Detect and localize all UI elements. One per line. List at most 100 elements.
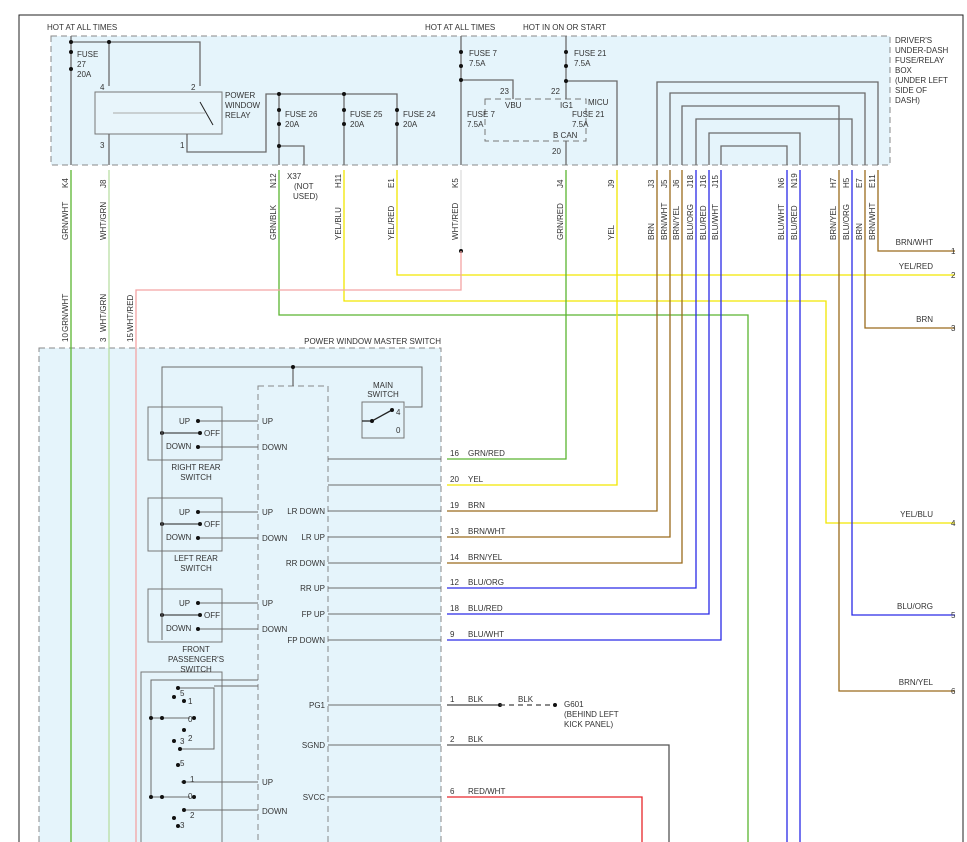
label: X37: [287, 172, 302, 181]
wire-color-label: BRN/YEL: [672, 205, 681, 240]
pin-number: 18: [450, 604, 459, 613]
connector-pin-e1: E1: [387, 178, 396, 188]
label: (BEHIND LEFT: [564, 710, 619, 719]
fuse-terminal: [395, 108, 399, 112]
wire-color-label: YEL/RED: [387, 206, 396, 240]
switch-position: 2: [188, 734, 193, 743]
fuse-terminal: [459, 64, 463, 68]
label: WHT/GRN: [99, 294, 108, 332]
label: POWER: [225, 91, 255, 100]
label: 10: [61, 333, 70, 342]
label: SWITCH: [367, 390, 399, 399]
label: 7.5A: [467, 120, 484, 129]
label: 20A: [77, 70, 92, 79]
switch-position: 2: [190, 811, 195, 820]
label: 4: [396, 408, 401, 417]
wire: [447, 796, 643, 842]
master-switch-box: [38, 347, 442, 842]
wire-color-label: WHT/RED: [451, 202, 460, 240]
label: DOWN: [166, 533, 192, 542]
connector-pin-n6: N6: [777, 177, 786, 188]
wire-brown: [447, 170, 658, 512]
wire-color-label: BRN: [855, 223, 864, 240]
fuse-terminal: [342, 122, 346, 126]
pin-number: 1: [450, 695, 455, 704]
wire-color-label: BLU/RED: [790, 205, 799, 240]
wire-label: RED/WHT: [468, 787, 505, 796]
label: SIDE OF: [895, 86, 927, 95]
junction-dot: [198, 522, 202, 526]
label: BOX: [895, 66, 913, 75]
fuse-terminal: [395, 122, 399, 126]
connector-pin-j3: J3: [647, 179, 656, 188]
junction-dot: [196, 627, 200, 631]
pin-number: 9: [450, 630, 455, 639]
output-number: 3: [951, 324, 956, 333]
junction-dot: [69, 40, 73, 44]
label: OFF: [204, 520, 220, 529]
connector-pin-h11: H11: [334, 173, 343, 188]
junction-dot: [370, 419, 374, 423]
label: DRIVER'S: [895, 36, 932, 45]
connector-pin-e11: E11: [868, 174, 877, 188]
switch-position: 5: [180, 689, 185, 698]
fuse-terminal: [277, 108, 281, 112]
label: HOT AT ALL TIMES: [425, 23, 495, 32]
connector-pin-j6: J6: [672, 179, 681, 188]
label: PASSENGER'S: [168, 655, 224, 664]
connector-pin-j15: J15: [711, 175, 720, 188]
label: 3: [99, 337, 108, 342]
junction-dot: [564, 79, 568, 83]
junction-dot: [160, 716, 164, 720]
junction-dot: [107, 40, 111, 44]
junction-dot: [192, 795, 196, 799]
input-label: UP: [262, 417, 273, 426]
signal-label: SGND: [302, 741, 325, 750]
label: RIGHT REAR: [171, 463, 220, 472]
label: 27: [77, 60, 86, 69]
input-label: UP: [262, 508, 273, 517]
wire-color-label: BLU/RED: [699, 205, 708, 240]
output-number: 4: [951, 519, 956, 528]
output-wire-label: BRN: [916, 315, 933, 324]
signal-label: RR UP: [300, 584, 325, 593]
label: B CAN: [553, 131, 578, 140]
label: G601: [564, 700, 584, 709]
fuse-terminal: [69, 67, 73, 71]
wire-blue: [447, 170, 697, 589]
label: IG1: [560, 101, 573, 110]
pin-number: 19: [450, 501, 459, 510]
label: SWITCH: [180, 665, 212, 674]
label: 2: [191, 83, 196, 92]
signal-label: PG1: [309, 701, 326, 710]
pin-number: 16: [450, 449, 459, 458]
label: 7.5A: [469, 59, 486, 68]
label: UP: [179, 508, 190, 517]
output-wire-label: BLU/ORG: [897, 602, 933, 611]
fuse-27-label: FUSE: [77, 50, 98, 59]
wire-label: BLU/RED: [468, 604, 503, 613]
label: VBU: [505, 101, 522, 110]
label: OFF: [204, 429, 220, 438]
junction-dot: [198, 431, 202, 435]
junction-dot: [182, 728, 186, 732]
label: 20A: [403, 120, 418, 129]
output-wire-label: YEL/BLU: [900, 510, 933, 519]
wire-j9: [447, 170, 618, 486]
junction-dot: [178, 747, 182, 751]
fuse-terminal: [564, 50, 568, 54]
junction-dot: [390, 408, 394, 412]
connector-pin-n19: N19: [790, 173, 799, 188]
wire-color-label: YEL: [607, 224, 616, 240]
connector-pin-j8: J8: [99, 179, 108, 188]
junction-dot: [198, 613, 202, 617]
junction-dot: [196, 510, 200, 514]
label: 7.5A: [574, 59, 591, 68]
wire-color-label: WHT/GRN: [99, 202, 108, 240]
pin-number: 6: [450, 787, 455, 796]
junction-dot: [459, 78, 463, 82]
switch-position: 3: [180, 737, 185, 746]
signal-label: RR DOWN: [286, 559, 325, 568]
wire-color-label: BRN/WHT: [660, 203, 669, 240]
label: 20: [552, 147, 561, 156]
